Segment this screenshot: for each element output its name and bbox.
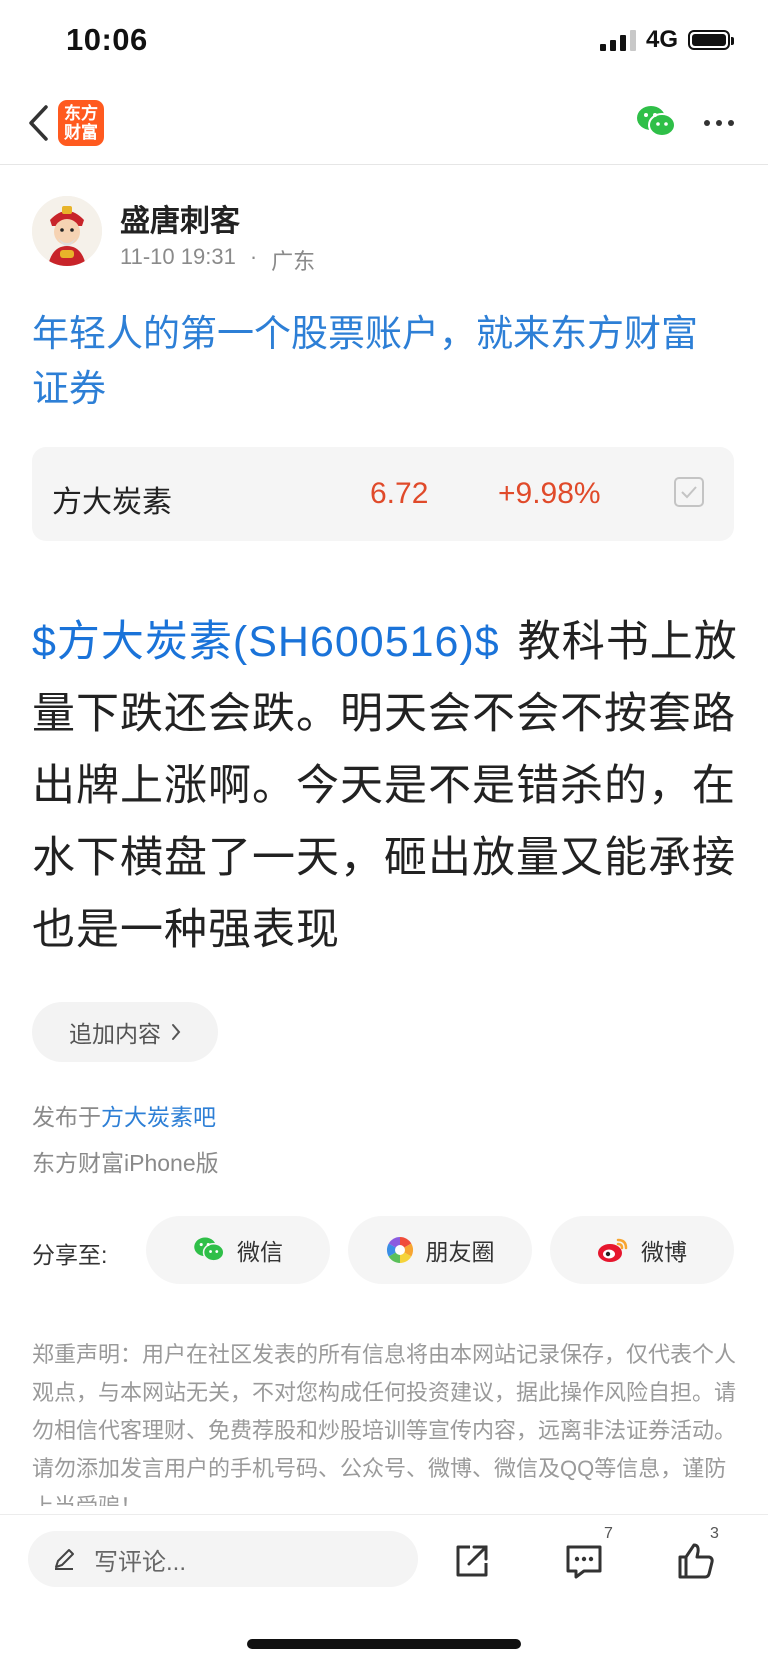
comment-placeholder: 写评论... xyxy=(94,1548,187,1576)
forum-link[interactable]: 方大炭素吧 xyxy=(101,1104,216,1130)
app-logo-line1: 东方 xyxy=(64,104,98,123)
client-info: 东方财富iPhone版 xyxy=(32,1150,219,1176)
stock-change: +9.98% xyxy=(498,477,601,510)
share-weibo-button[interactable]: 微博 xyxy=(550,1216,734,1284)
append-content-button[interactable]: 追加内容 xyxy=(32,1002,218,1062)
battery-icon xyxy=(688,30,734,50)
chevron-left-icon xyxy=(29,105,48,141)
publish-info: 发布于方大炭素吧 xyxy=(32,1098,216,1132)
status-indicators: 4G xyxy=(599,26,734,54)
home-indicator xyxy=(247,1639,521,1649)
wechat-icon xyxy=(194,1237,225,1262)
author-name[interactable]: 盛唐刺客 xyxy=(120,196,240,240)
stock-name: 方大炭素 xyxy=(52,486,172,519)
nav-divider xyxy=(0,164,768,165)
share-moments-button[interactable]: 朋友圈 xyxy=(348,1216,532,1284)
back-button[interactable] xyxy=(20,98,56,148)
comment-icon[interactable] xyxy=(562,1539,606,1583)
meta-separator: · xyxy=(249,244,258,269)
avatar[interactable] xyxy=(32,196,102,266)
share-weibo-label: 微博 xyxy=(641,1239,687,1265)
weibo-icon xyxy=(598,1238,628,1262)
thumbs-up-icon[interactable] xyxy=(674,1539,718,1583)
share-label: 分享至: xyxy=(32,1242,108,1268)
pencil-icon xyxy=(55,1549,74,1570)
post-location: 广东 xyxy=(271,249,316,274)
status-time: 10:06 xyxy=(66,22,148,57)
moments-icon xyxy=(386,1236,413,1264)
append-content-label: 追加内容 xyxy=(69,1021,161,1047)
bottom-action-bar: 写评论... 7 3 xyxy=(0,1514,768,1664)
network-label: 4G xyxy=(645,26,678,53)
stock-price: 6.72 xyxy=(370,477,429,510)
share-icon[interactable] xyxy=(450,1539,494,1583)
comment-input[interactable]: 写评论... xyxy=(28,1531,418,1587)
post-datetime: 11-10 19:31 xyxy=(120,244,236,269)
share-moments-label: 朋友圈 xyxy=(425,1239,495,1265)
app-logo[interactable]: 东方 财富 xyxy=(58,100,104,146)
ad-link[interactable]: 年轻人的第一个股票账户，就来东方财富证券 xyxy=(32,306,732,416)
more-options-icon[interactable] xyxy=(704,112,738,134)
app-logo-line2: 财富 xyxy=(64,123,98,142)
disclaimer-text: 郑重声明：用户在社区发表的所有信息将由本网站记录保存，仅代表个人观点，与本网站无… xyxy=(32,1342,737,1506)
stock-tag-link[interactable]: $方大炭素(SH600516)$ xyxy=(32,618,500,666)
stock-card[interactable]: 方大炭素 6.72 +9.98% xyxy=(32,447,734,541)
share-wechat-button[interactable]: 微信 xyxy=(146,1216,330,1284)
add-watchlist-checkbox[interactable] xyxy=(674,477,704,507)
like-count-badge: 3 xyxy=(710,1525,719,1542)
signal-icon xyxy=(599,29,636,51)
comment-count-badge: 7 xyxy=(604,1525,613,1542)
wechat-share-icon[interactable] xyxy=(636,104,676,140)
post-body: $方大炭素(SH600516)$ 教科书上放量下跌还会跌。明天会不会不按套路出牌上… xyxy=(32,606,744,966)
post-meta: 11-10 19:31 · 广东 xyxy=(120,244,315,276)
chevron-right-icon xyxy=(172,1024,181,1040)
post-text: 教科书上放量下跌还会跌。明天会不会不按套路出牌上涨啊。今天是不是错杀的，在水下横… xyxy=(32,618,738,954)
share-wechat-label: 微信 xyxy=(237,1239,283,1265)
publish-prefix: 发布于 xyxy=(32,1104,101,1130)
